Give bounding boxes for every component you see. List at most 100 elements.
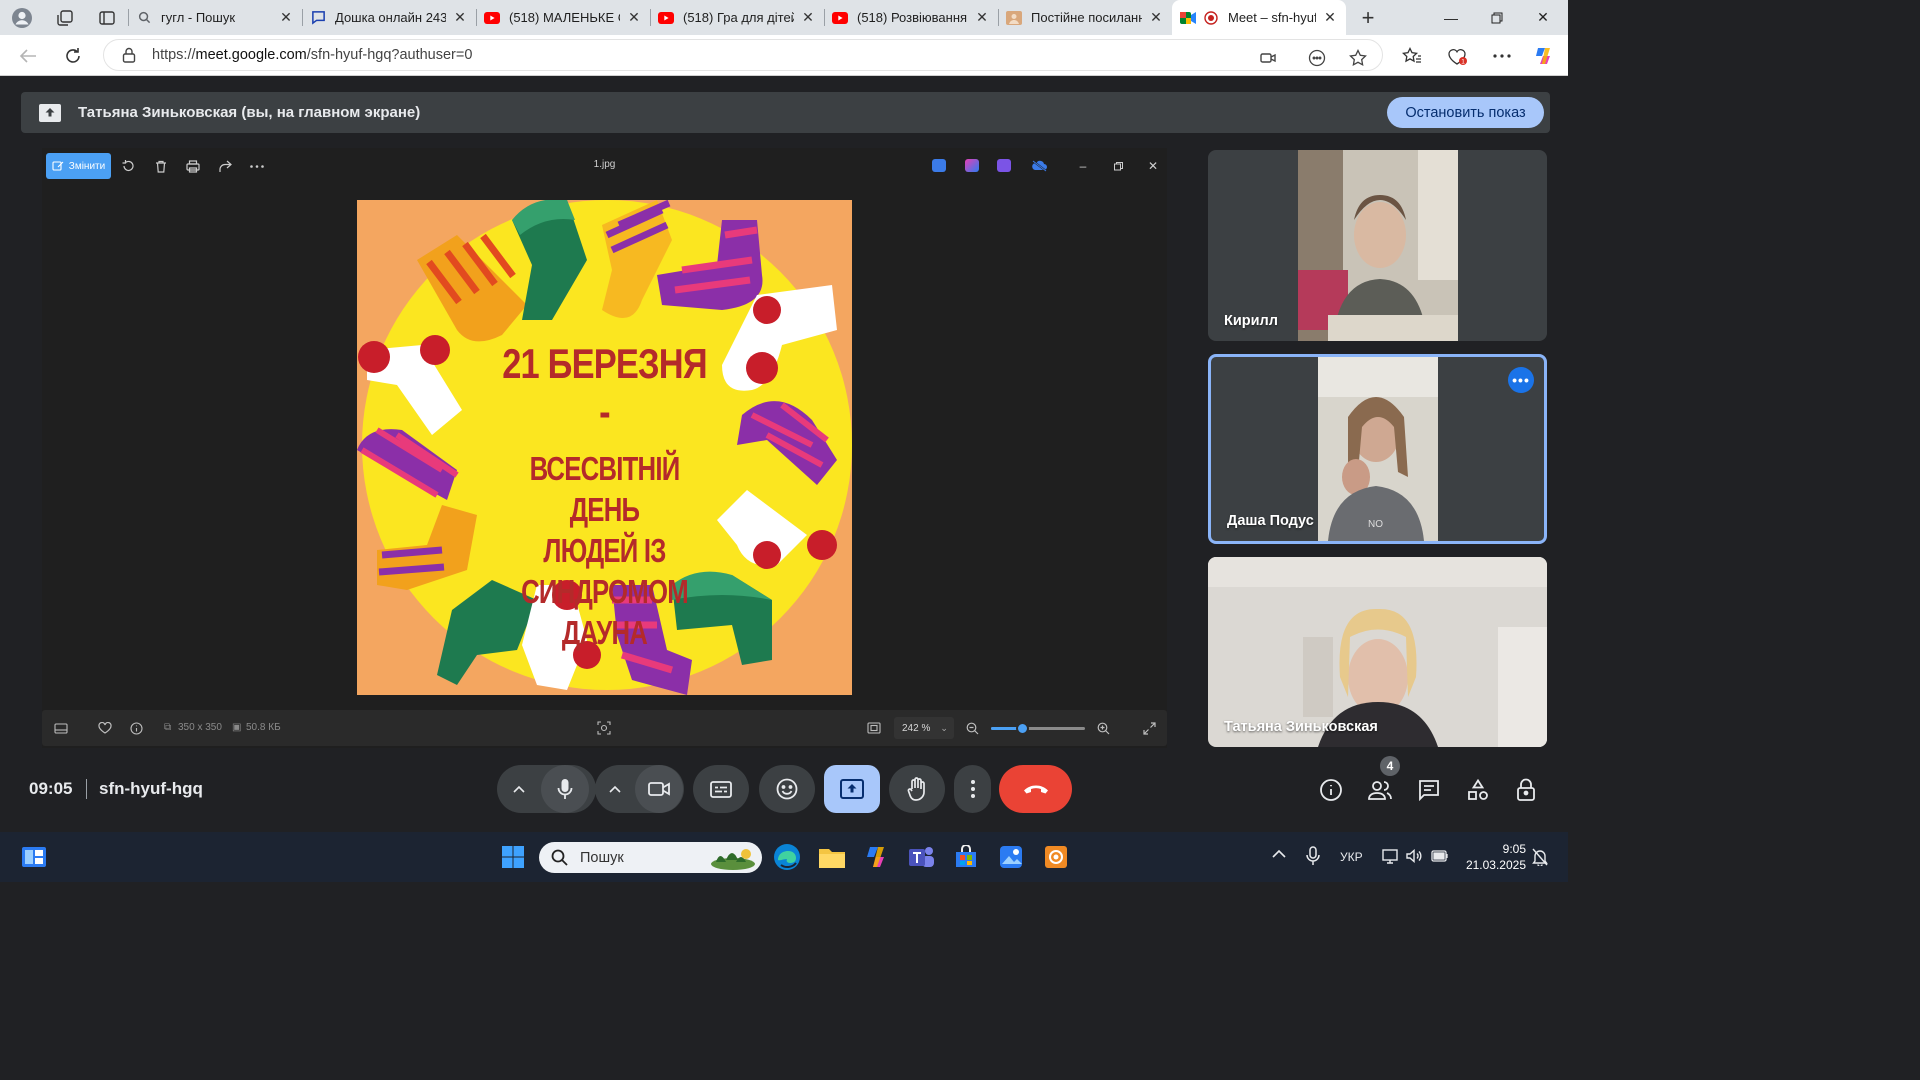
battery-icon[interactable] [1431, 850, 1449, 865]
filmstrip-icon[interactable] [52, 719, 70, 737]
reading-view-icon[interactable] [1306, 48, 1328, 68]
zoom-in-icon[interactable] [1094, 719, 1112, 737]
tab-actions-icon[interactable] [86, 0, 128, 35]
tab-permalink[interactable]: Постійне посилання ✕ [998, 0, 1172, 35]
close-tab-icon[interactable]: ✕ [1148, 9, 1164, 26]
taskbar-search-placeholder: Пошук [580, 849, 624, 866]
reload-button[interactable] [58, 42, 88, 70]
copilot-app-icon[interactable] [965, 159, 979, 172]
show-hidden-icons-icon[interactable] [1272, 848, 1286, 862]
screen-recorder-icon[interactable] [1040, 841, 1072, 873]
settings-more-icon[interactable] [1490, 44, 1514, 68]
microphone-button[interactable] [541, 765, 589, 813]
tab-title: Дошка онлайн 2433 [335, 10, 446, 25]
visual-search-icon[interactable] [595, 719, 613, 737]
favorites-icon[interactable] [1400, 44, 1424, 68]
more-options-button[interactable]: ••• [1508, 367, 1534, 393]
lock-person-icon [1517, 778, 1535, 801]
tab-title: (518) МАЛЕНЬКЕ СС [509, 10, 620, 25]
photos-app-icon[interactable] [995, 841, 1027, 873]
close-tab-icon[interactable]: ✕ [452, 9, 468, 26]
close-tab-icon[interactable]: ✕ [626, 9, 642, 26]
new-tab-button[interactable]: + [1346, 0, 1390, 35]
close-tab-icon[interactable]: ✕ [1322, 9, 1338, 26]
back-button[interactable] [13, 42, 43, 70]
zoom-level-select[interactable]: 242 % ⌄ [894, 717, 954, 739]
activities-button[interactable] [1464, 776, 1492, 804]
fit-to-window-icon[interactable] [865, 719, 883, 737]
widgets-icon[interactable] [18, 841, 50, 873]
notifications-icon[interactable] [1532, 848, 1548, 869]
teams-icon[interactable] [905, 841, 937, 873]
restore-button[interactable] [1474, 0, 1520, 35]
participant-video: NO [1318, 357, 1438, 541]
tab-title: (518) Розвіювання [857, 10, 968, 25]
meeting-details-button[interactable] [1317, 776, 1345, 804]
participant-tile[interactable]: Татьяна Зиньковская [1208, 557, 1547, 747]
edge-taskbar-icon[interactable] [771, 841, 803, 873]
zoom-slider[interactable] [991, 722, 1085, 735]
camera-button[interactable] [635, 765, 683, 813]
start-button[interactable] [497, 841, 529, 873]
copilot-taskbar-icon[interactable] [861, 841, 893, 873]
app-restore-icon[interactable] [1109, 157, 1127, 175]
close-tab-icon[interactable]: ✕ [278, 9, 294, 26]
participant-video [1298, 150, 1458, 341]
zoom-slider-thumb[interactable] [1016, 722, 1029, 735]
tab-board[interactable]: Дошка онлайн 2433 ✕ [302, 0, 476, 35]
designer-icon[interactable] [932, 159, 946, 172]
zoom-out-icon[interactable] [963, 719, 981, 737]
participant-tile-speaking[interactable]: NO ••• Даша Подус [1208, 354, 1547, 544]
host-controls-button[interactable] [1513, 776, 1541, 804]
browser-essentials-icon[interactable]: 1 [1446, 44, 1470, 68]
onedrive-off-icon[interactable] [1030, 157, 1048, 175]
reactions-button[interactable] [759, 765, 815, 813]
tab-youtube-2[interactable]: (518) Гра для дітей ✕ [650, 0, 824, 35]
shared-screen: Змінити 1.jpg – ✕ 21 БЕРЕЗНЯ - ВСЕСВІТНІ… [42, 148, 1167, 748]
more-options-button[interactable] [954, 765, 991, 813]
shapes-icon [1468, 779, 1488, 800]
taskbar-search[interactable]: Пошук [539, 842, 762, 873]
app-minimize-icon[interactable]: – [1074, 157, 1092, 175]
tab-youtube-1[interactable]: (518) МАЛЕНЬКЕ СС ✕ [476, 0, 650, 35]
file-info-icon[interactable] [127, 719, 145, 737]
close-window-button[interactable]: ✕ [1520, 0, 1566, 35]
stop-presenting-button[interactable]: Остановить показ [1387, 97, 1544, 128]
microphone-tray-icon[interactable] [1306, 846, 1320, 869]
audio-controls [497, 765, 596, 813]
tab-youtube-3[interactable]: (518) Розвіювання ✕ [824, 0, 998, 35]
taskbar-clock[interactable]: 9:05 21.03.2025 [1462, 841, 1526, 873]
poster-line-3: ЛЮДЕЙ ІЗ [543, 532, 666, 569]
camera-in-use-icon[interactable] [1257, 48, 1279, 68]
fullscreen-icon[interactable] [1140, 719, 1158, 737]
clock-date: 21.03.2025 [1465, 858, 1526, 872]
copilot-icon[interactable] [1532, 44, 1556, 68]
chat-button[interactable] [1415, 776, 1443, 804]
app-close-icon[interactable]: ✕ [1144, 157, 1162, 175]
url-field[interactable]: https://meet.google.com/sfn-hyuf-hgq?aut… [103, 39, 1383, 71]
clipchamp-icon[interactable] [997, 159, 1011, 172]
profile-icon[interactable] [0, 0, 44, 35]
volume-icon[interactable] [1406, 848, 1422, 866]
participant-name: Даша Подус [1227, 513, 1314, 529]
close-tab-icon[interactable]: ✕ [800, 9, 816, 26]
microsoft-store-icon[interactable] [950, 841, 982, 873]
chevron-up-icon[interactable] [497, 785, 541, 793]
workspaces-icon[interactable] [44, 0, 86, 35]
captions-button[interactable] [693, 765, 749, 813]
favorite-star-icon[interactable] [1347, 48, 1369, 68]
minimize-button[interactable]: — [1428, 0, 1474, 35]
tab-meet[interactable]: Meet – sfn-hyuf ✕ [1172, 0, 1346, 35]
file-explorer-icon[interactable] [816, 841, 848, 873]
present-now-button[interactable] [824, 765, 880, 813]
raise-hand-button[interactable] [889, 765, 945, 813]
chevron-up-icon[interactable] [595, 785, 635, 793]
network-icon[interactable] [1382, 848, 1400, 867]
favorite-heart-icon[interactable] [96, 719, 114, 737]
close-tab-icon[interactable]: ✕ [974, 9, 990, 26]
input-language[interactable]: УКР [1340, 850, 1363, 864]
leave-call-button[interactable] [999, 765, 1072, 813]
people-button[interactable] [1366, 776, 1394, 804]
tab-google-search[interactable]: гугл - Пошук ✕ [128, 0, 302, 35]
participant-tile[interactable]: Кирилл [1208, 150, 1547, 341]
